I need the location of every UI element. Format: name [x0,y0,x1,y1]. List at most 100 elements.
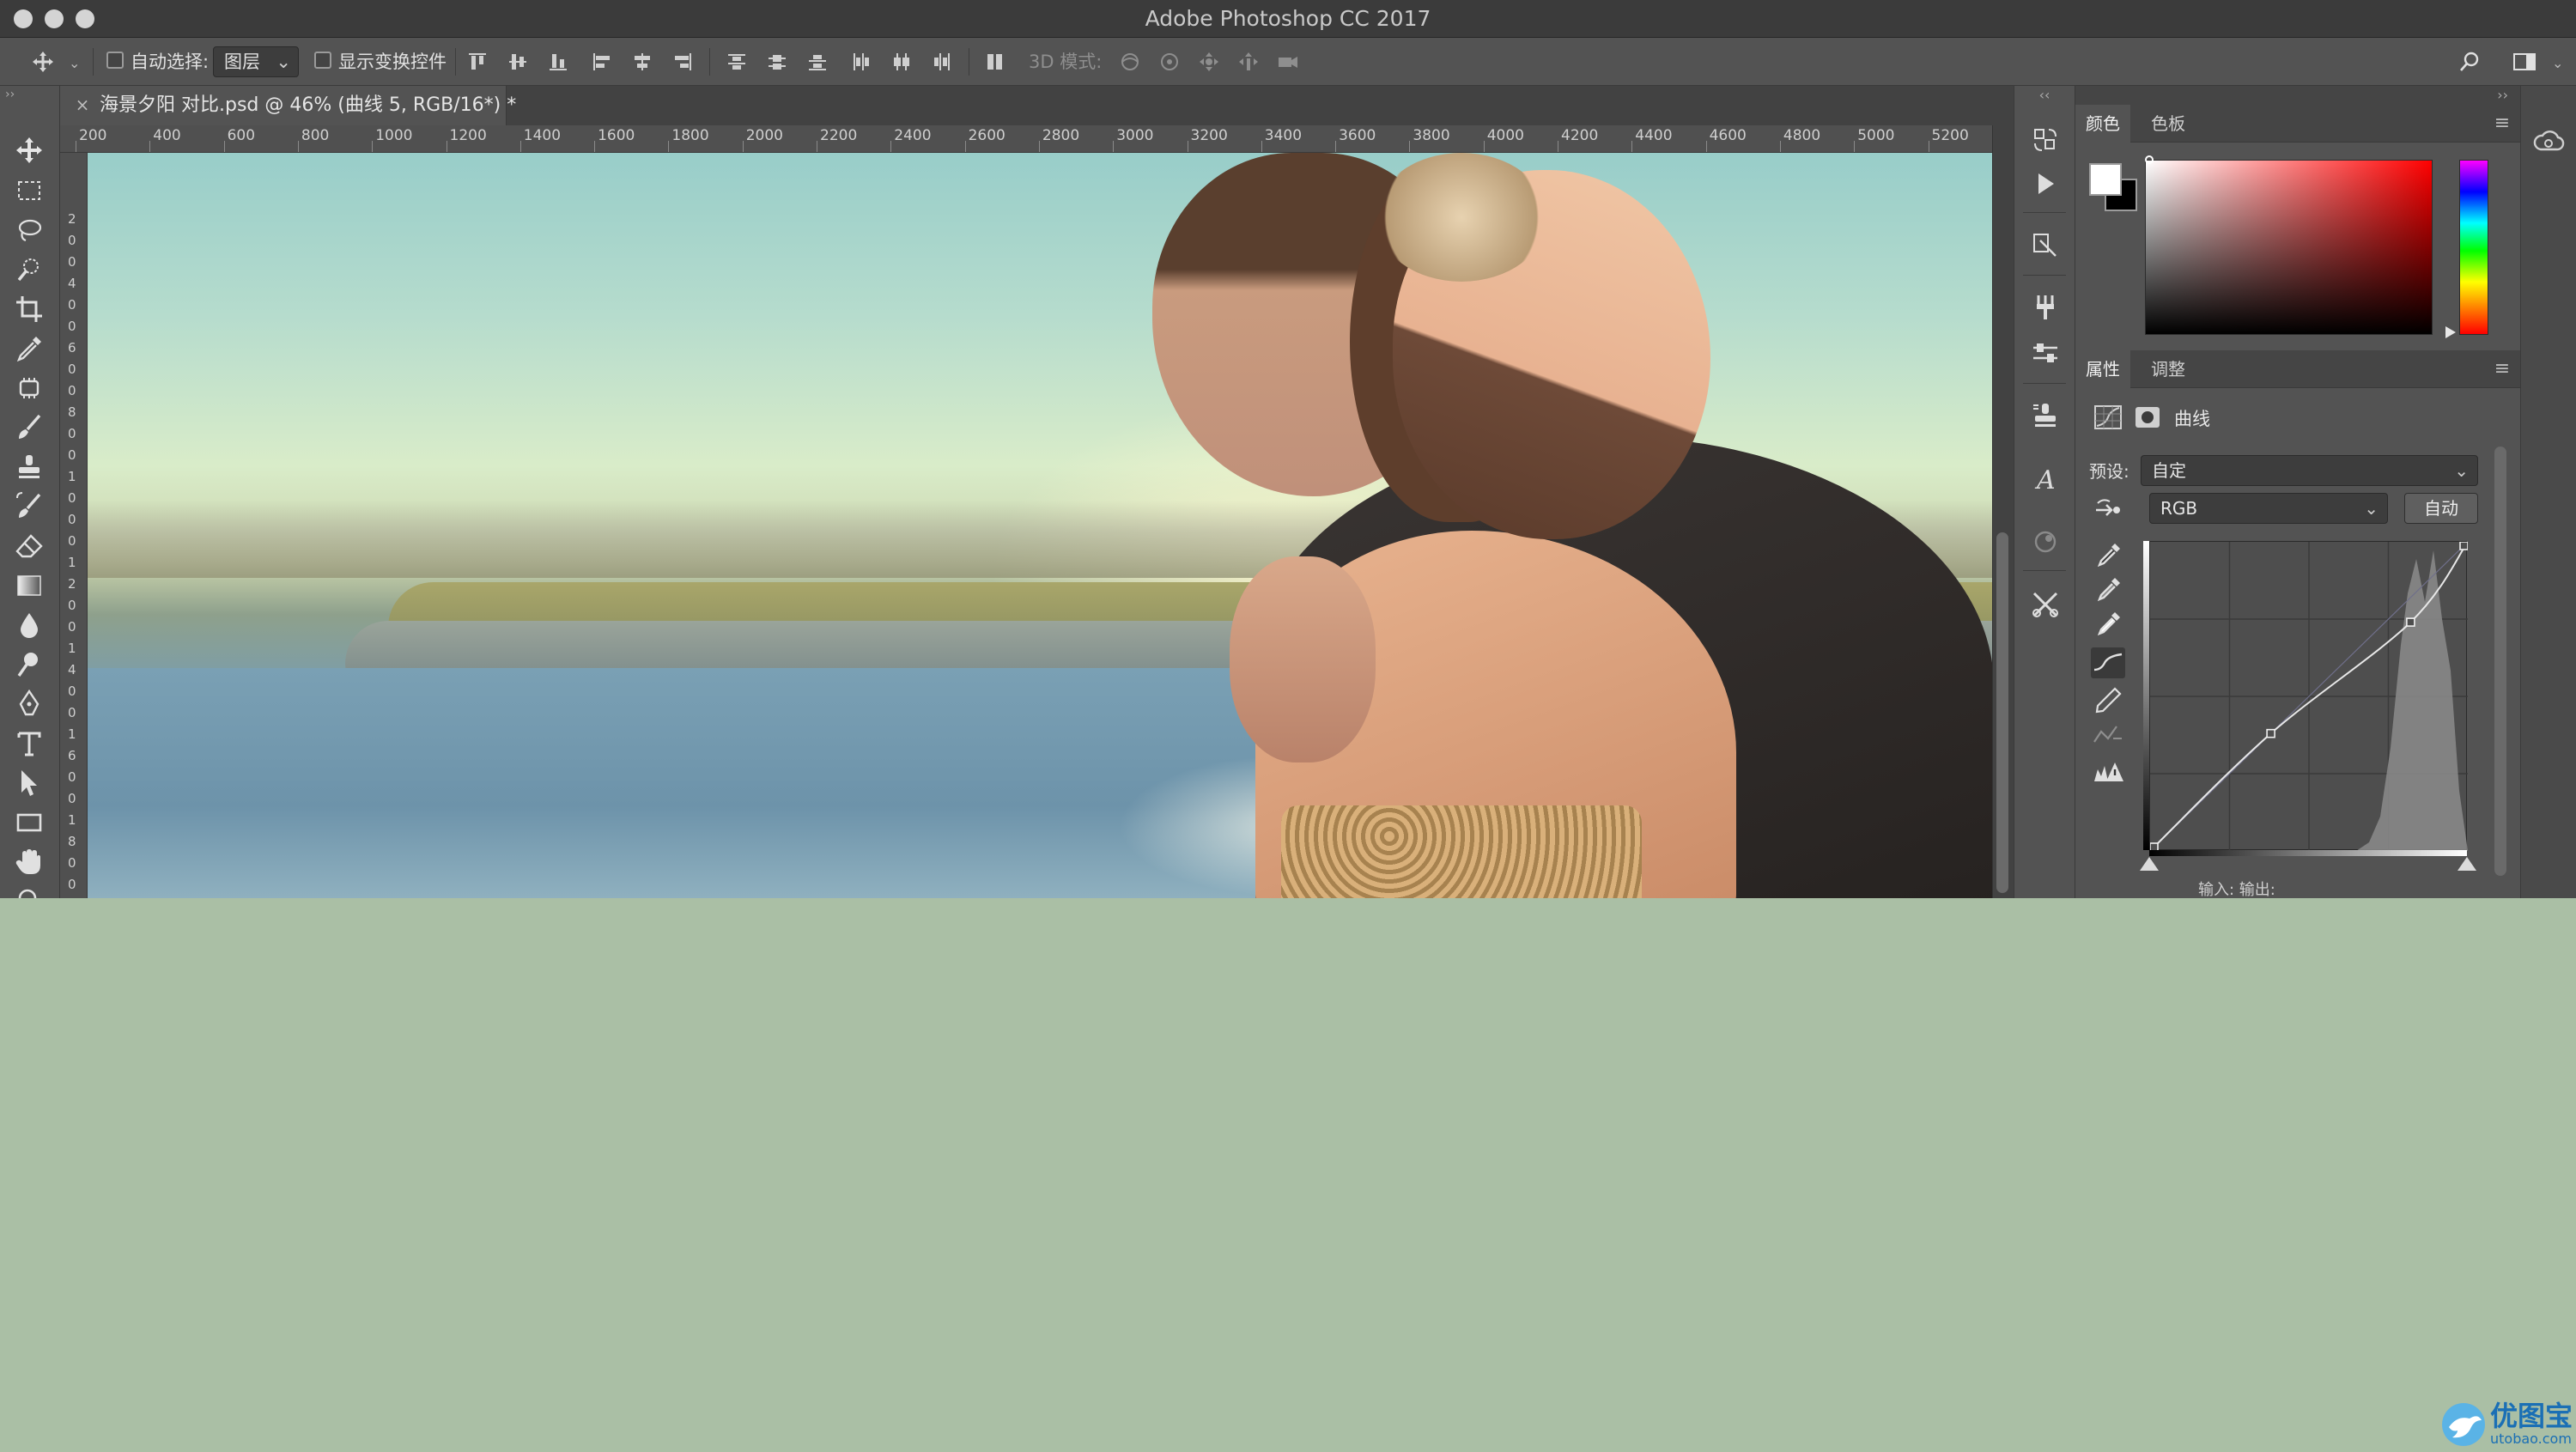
glyphs-panel-icon[interactable] [2030,526,2061,557]
separator [2023,383,2066,384]
brush-tool-icon[interactable] [12,410,46,445]
rectangle-tool-icon[interactable] [12,805,46,840]
tab-color[interactable]: 颜色 [2075,105,2130,143]
tool-preset-chevron-icon[interactable]: ⌄ [69,55,80,71]
creative-cloud-libraries-icon[interactable] [2532,127,2565,158]
pen-tool-icon[interactable] [12,687,46,721]
foreground-color-swatch[interactable] [2089,163,2122,196]
panels-collapse-icon[interactable]: ›› [2075,86,2520,105]
smooth-curve-icon[interactable] [2091,720,2125,750]
tab-properties[interactable]: 属性 [2075,350,2130,388]
properties-panel-menu-icon[interactable]: ≡ [2489,350,2515,388]
align-right-icon[interactable] [671,52,694,72]
align-bottom-icon[interactable] [547,52,569,72]
align-top-icon[interactable] [466,52,489,72]
hue-slider[interactable] [2459,160,2488,335]
hand-tool-icon[interactable] [12,845,46,879]
type-tool-icon[interactable] [12,726,46,761]
white-point-eyedropper-icon[interactable] [2091,608,2125,639]
curve-control-point[interactable] [2266,728,2275,738]
move-tool-icon[interactable] [12,133,46,167]
hue-slider-handle[interactable] [2445,326,2456,338]
brush-presets-icon[interactable] [2030,292,2061,323]
clone-source-icon[interactable] [2030,400,2061,431]
3d-roll-icon[interactable] [1157,50,1182,74]
curve-control-point[interactable] [2406,617,2415,627]
3d-orbit-icon[interactable] [1118,50,1142,74]
color-panel-menu-icon[interactable]: ≡ [2489,105,2515,143]
clone-stamp-tool-icon[interactable] [12,450,46,484]
blur-tool-icon[interactable] [12,608,46,642]
dock-collapse-icon[interactable]: ‹‹ [2014,86,2075,105]
curve-control-point[interactable] [2459,542,2468,550]
eraser-tool-icon[interactable] [12,529,46,563]
show-transform-checkbox[interactable] [314,52,331,69]
auto-button[interactable]: 自动 [2404,493,2478,524]
history-panel-icon[interactable] [2030,125,2061,155]
healing-brush-tool-icon[interactable] [12,371,46,405]
marquee-tool-icon[interactable] [12,173,46,208]
quick-selection-tool-icon[interactable] [12,252,46,287]
distribute-top-icon[interactable] [726,52,748,72]
document-tab-close-icon[interactable]: × [72,94,93,115]
crop-tool-icon[interactable] [12,292,46,326]
align-vertical-center-icon[interactable] [507,52,529,72]
actions-play-icon[interactable] [2030,168,2061,199]
tab-swatches[interactable]: 色板 [2141,105,2196,143]
curve-points-tool-icon[interactable] [2091,647,2125,678]
tab-adjustments[interactable]: 调整 [2141,350,2196,388]
document-canvas[interactable] [88,153,1992,898]
move-tool-preset-icon[interactable] [31,50,55,74]
workspace-chevron-icon[interactable]: ⌄ [2552,55,2563,71]
history-brush-tool-icon[interactable] [12,489,46,524]
preset-select[interactable]: 自定 ⌄ [2141,455,2478,486]
curves-graph[interactable] [2149,541,2468,851]
canvas-scroll-thumb[interactable] [1996,532,2008,893]
character-panel-icon[interactable]: A [2030,464,2061,495]
clipping-warning-icon[interactable] [2091,756,2125,787]
channel-value: RGB [2160,498,2198,519]
on-image-adjust-icon[interactable] [2091,495,2125,526]
channel-select[interactable]: RGB ⌄ [2149,493,2388,524]
ruler-tick [1335,141,1337,152]
gradient-tool-icon[interactable] [12,568,46,603]
gray-point-eyedropper-icon[interactable] [2091,574,2125,604]
search-icon[interactable] [2458,50,2482,74]
properties-scrollbar[interactable] [2494,447,2506,876]
tool-presets-icon[interactable] [2030,589,2061,620]
ruler-label: 0 [68,877,76,892]
brush-settings-icon[interactable] [2030,337,2061,368]
lasso-tool-icon[interactable] [12,213,46,247]
ruler-label: 0 [68,598,76,613]
tools-collapse-icon[interactable]: ›› [5,88,15,101]
zoom-tool-icon[interactable] [12,884,46,898]
auto-select-checkbox[interactable] [106,52,124,69]
white-input-slider[interactable] [2458,857,2476,871]
3d-pan-icon[interactable] [1197,50,1221,74]
distribute-right-icon[interactable] [931,52,953,72]
paths-panel-icon[interactable] [2030,230,2061,261]
color-picker-marker[interactable] [2145,155,2154,164]
auto-align-layers-icon[interactable] [984,52,1006,72]
3d-slide-icon[interactable] [1236,50,1261,74]
auto-select-target-select[interactable]: 图层 ⌄ [213,46,299,77]
black-point-eyedropper-icon[interactable] [2091,539,2125,570]
align-horizontal-center-icon[interactable] [631,52,653,72]
curves-adjustment-icon[interactable] [2093,404,2123,431]
layer-mask-icon[interactable] [2135,405,2160,429]
dodge-tool-icon[interactable] [12,647,46,682]
distribute-vertical-center-icon[interactable] [766,52,788,72]
path-selection-tool-icon[interactable] [12,766,46,800]
workspace-switcher-icon[interactable] [2512,50,2537,74]
distribute-horizontal-center-icon[interactable] [890,52,913,72]
ruler-label: 0 [68,769,76,785]
distribute-bottom-icon[interactable] [806,52,829,72]
window-title: Adobe Photoshop CC 2017 [1145,6,1431,31]
eyedropper-tool-icon[interactable] [12,331,46,366]
black-input-slider[interactable] [2140,857,2159,871]
align-left-icon[interactable] [591,52,613,72]
color-picker-field[interactable] [2145,160,2433,335]
distribute-left-icon[interactable] [850,52,872,72]
curve-pencil-tool-icon[interactable] [2091,683,2125,714]
3d-camera-icon[interactable] [1276,50,1300,74]
